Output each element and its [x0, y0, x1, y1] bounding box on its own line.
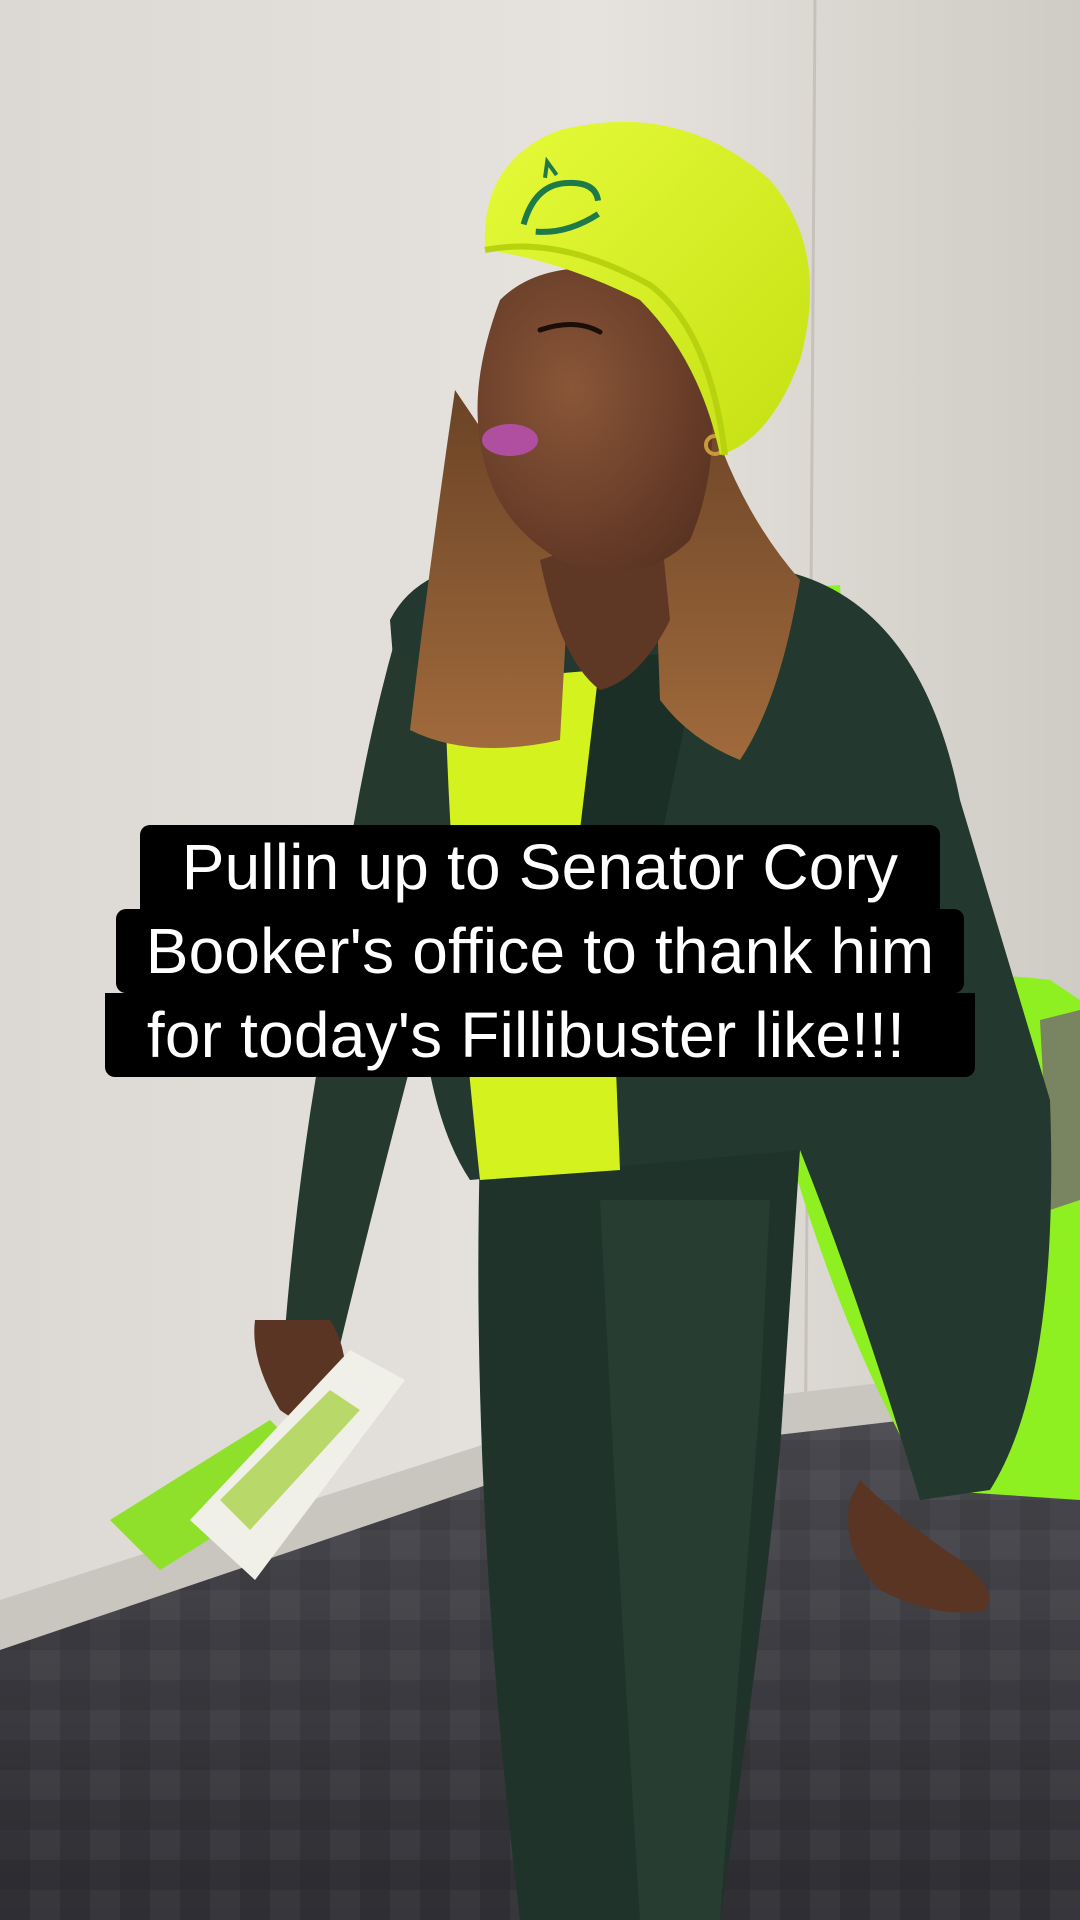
video-frame: Pullin up to Senator Cory Booker's offic…	[0, 0, 1080, 1920]
caption-line-1: Pullin up to Senator Cory	[139, 825, 941, 909]
caption-line-3: for today's Fillibuster like!!!	[104, 993, 976, 1077]
caption-overlay: Pullin up to Senator Cory Booker's offic…	[0, 825, 1080, 1077]
caption-line-2: Booker's office to thank him	[115, 909, 965, 993]
lips	[482, 424, 538, 456]
